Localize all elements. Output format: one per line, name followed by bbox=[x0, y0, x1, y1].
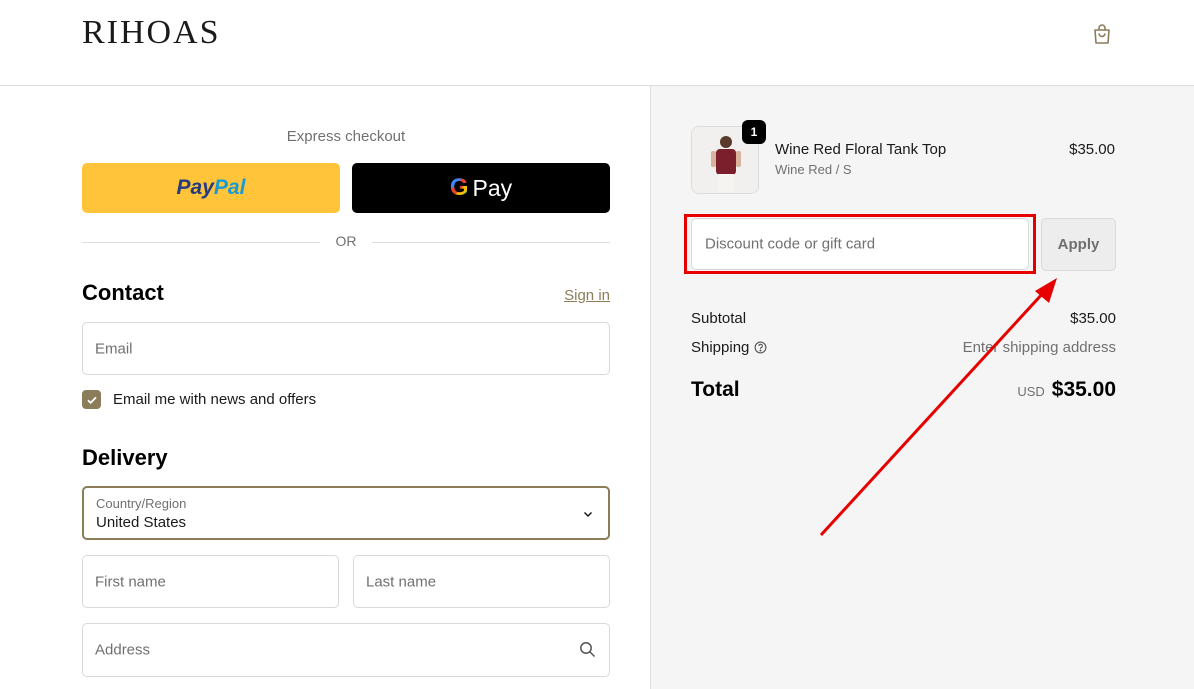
product-price: $35.00 bbox=[1069, 141, 1115, 158]
email-field[interactable]: Email bbox=[82, 322, 610, 375]
subtotal-label: Subtotal bbox=[691, 310, 747, 327]
quantity-badge: 1 bbox=[742, 120, 766, 144]
question-circle-icon[interactable] bbox=[754, 341, 767, 354]
email-placeholder: Email bbox=[95, 340, 133, 357]
address-placeholder: Address bbox=[95, 641, 151, 659]
paypal-logo-part1: Pay bbox=[176, 176, 214, 199]
paypal-button[interactable]: Pay Pal bbox=[82, 163, 340, 213]
chevron-down-icon bbox=[583, 511, 593, 518]
sign-in-link[interactable]: Sign in bbox=[530, 287, 610, 304]
address-field[interactable]: Address bbox=[82, 623, 610, 677]
product-name: Wine Red Floral Tank Top bbox=[775, 141, 947, 158]
express-checkout-title: Express checkout bbox=[286, 128, 406, 145]
newsletter-label: Email me with news and offers bbox=[113, 391, 317, 408]
discount-code-input[interactable]: Discount code or gift card bbox=[691, 218, 1029, 270]
first-name-field[interactable]: First name bbox=[82, 555, 339, 608]
total-row: Total USD $35.00 bbox=[691, 378, 1116, 402]
subtotal-row: Subtotal $35.00 bbox=[691, 310, 1116, 327]
country-region-select[interactable]: Country/Region United States bbox=[82, 486, 610, 540]
country-region-value: United States bbox=[96, 514, 187, 531]
newsletter-checkbox[interactable] bbox=[82, 390, 101, 409]
subtotal-value: $35.00 bbox=[1070, 310, 1116, 327]
shipping-row: Shipping Enter shipping address bbox=[691, 339, 1116, 356]
paypal-logo-part2: Pal bbox=[213, 176, 246, 199]
contact-heading: Contact bbox=[82, 280, 164, 305]
total-value: $35.00 bbox=[1051, 378, 1116, 401]
last-name-placeholder: Last name bbox=[366, 573, 437, 590]
order-summary-panel: 1 Wine Red Floral Tank Top Wine Red / S … bbox=[650, 86, 1194, 689]
delivery-heading: Delivery bbox=[82, 445, 168, 470]
apply-discount-button[interactable]: Apply bbox=[1041, 218, 1116, 271]
google-pay-label: Pay bbox=[472, 174, 513, 201]
search-icon[interactable] bbox=[579, 641, 596, 658]
shipping-label: Shipping bbox=[691, 339, 750, 356]
header: RIHOAS bbox=[0, 0, 1194, 86]
checkmark-icon bbox=[86, 396, 97, 404]
total-label: Total bbox=[691, 378, 740, 401]
first-name-placeholder: First name bbox=[95, 573, 166, 590]
store-logo[interactable]: RIHOAS bbox=[82, 14, 221, 52]
or-divider: OR bbox=[82, 232, 610, 252]
shopping-bag-icon[interactable] bbox=[1090, 22, 1114, 46]
last-name-field[interactable]: Last name bbox=[353, 555, 610, 608]
newsletter-checkbox-row[interactable]: Email me with news and offers bbox=[82, 390, 316, 409]
or-label: OR bbox=[335, 233, 357, 249]
checkout-form-panel: Express checkout Pay Pal G Pay OR Contact… bbox=[0, 86, 650, 689]
google-pay-button[interactable]: G Pay bbox=[352, 163, 610, 213]
discount-placeholder: Discount code or gift card bbox=[705, 235, 876, 253]
currency-code: USD bbox=[1017, 384, 1045, 399]
product-variant: Wine Red / S bbox=[775, 162, 852, 177]
country-region-label: Country/Region bbox=[96, 496, 187, 511]
google-g-icon: G bbox=[449, 174, 469, 201]
shipping-value: Enter shipping address bbox=[962, 339, 1116, 356]
divider-line-right bbox=[372, 242, 610, 243]
